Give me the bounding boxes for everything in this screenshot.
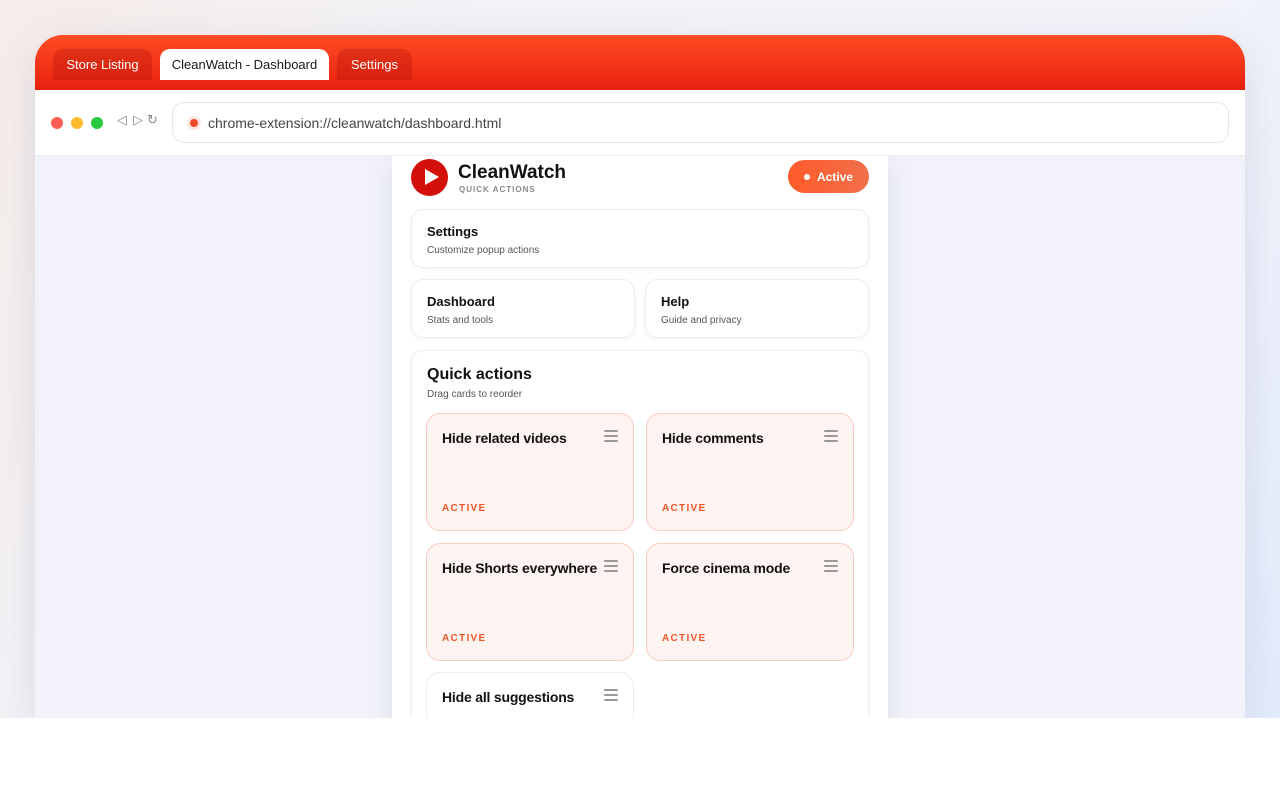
help-card-title: Help [661, 294, 690, 309]
action-title: Hide Shorts everywhere [442, 560, 598, 576]
action-status: ACTIVE [662, 633, 707, 644]
status-dot-icon [803, 173, 810, 180]
settings-card[interactable]: Settings Customize popup actions [411, 209, 869, 268]
action-title: Hide all suggestions [442, 689, 575, 705]
help-card-subtitle: Guide and privacy [661, 315, 742, 326]
action-title: Force cinema mode [662, 560, 791, 576]
action-card-force-cinema-mode[interactable]: Force cinema mode ACTIVE [646, 543, 854, 661]
brand-subtitle: QUICK ACTIONS [459, 185, 536, 194]
tab-store-listing[interactable]: Store Listing [53, 49, 152, 80]
play-logo-icon [411, 159, 448, 196]
close-window-button[interactable] [51, 117, 63, 129]
address-bar[interactable]: chrome-extension://cleanwatch/dashboard.… [172, 102, 1229, 143]
action-card-hide-all-suggestions[interactable]: Hide all suggestions [426, 672, 634, 718]
maximize-window-button[interactable] [91, 117, 103, 129]
tab-bar: Store Listing CleanWatch - Dashboard Set… [35, 35, 1245, 90]
tab-label: Store Listing [66, 57, 139, 72]
dashboard-card[interactable]: Dashboard Stats and tools [411, 279, 635, 338]
back-icon[interactable]: ◁ [117, 113, 127, 128]
quick-actions-title: Quick actions [427, 366, 532, 383]
action-title: Hide related videos [442, 430, 567, 446]
action-card-hide-shorts[interactable]: Hide Shorts everywhere ACTIVE [426, 543, 634, 661]
drag-handle-icon[interactable] [604, 430, 618, 442]
extension-popup: CleanWatch QUICK ACTIONS Active Settings… [392, 156, 888, 718]
dashboard-card-subtitle: Stats and tools [427, 315, 494, 326]
drag-handle-icon[interactable] [604, 560, 618, 572]
status-label: Active [816, 169, 854, 184]
drag-handle-icon[interactable] [604, 689, 618, 701]
brand-name: CleanWatch [458, 162, 567, 183]
quick-actions-subtitle: Drag cards to reorder [427, 389, 523, 400]
action-status: ACTIVE [442, 633, 487, 644]
forward-icon[interactable]: ▷ [133, 113, 143, 128]
action-status: ACTIVE [442, 503, 487, 514]
action-card-hide-comments[interactable]: Hide comments ACTIVE [646, 413, 854, 531]
site-indicator-icon [190, 118, 198, 127]
drag-handle-icon[interactable] [824, 430, 838, 442]
settings-card-title: Settings [427, 224, 479, 239]
minimize-window-button[interactable] [71, 117, 83, 129]
action-status: ACTIVE [662, 503, 707, 514]
desktop-background: Store Listing CleanWatch - Dashboard Set… [0, 0, 1280, 718]
tab-settings[interactable]: Settings [337, 49, 412, 80]
action-card-hide-related-videos[interactable]: Hide related videos ACTIVE [426, 413, 634, 531]
quick-actions-panel: Quick actions Drag cards to reorder Hide… [411, 350, 869, 718]
page-content: CleanWatch QUICK ACTIONS Active Settings… [35, 156, 1245, 718]
tab-label: Settings [351, 57, 398, 72]
action-title: Hide comments [662, 430, 764, 446]
drag-handle-icon[interactable] [824, 560, 838, 572]
status-badge[interactable]: Active [788, 160, 869, 193]
tab-dashboard[interactable]: CleanWatch - Dashboard [160, 49, 329, 80]
dashboard-card-title: Dashboard [427, 294, 495, 309]
help-card[interactable]: Help Guide and privacy [645, 279, 869, 338]
settings-card-subtitle: Customize popup actions [427, 245, 540, 256]
browser-toolbar: ◁ ▷ ↻ chrome-extension://cleanwatch/dash… [35, 90, 1245, 156]
url-text: chrome-extension://cleanwatch/dashboard.… [208, 114, 502, 131]
browser-window: Store Listing CleanWatch - Dashboard Set… [35, 35, 1245, 718]
reload-icon[interactable]: ↻ [147, 113, 158, 128]
tab-label: CleanWatch - Dashboard [171, 57, 318, 72]
